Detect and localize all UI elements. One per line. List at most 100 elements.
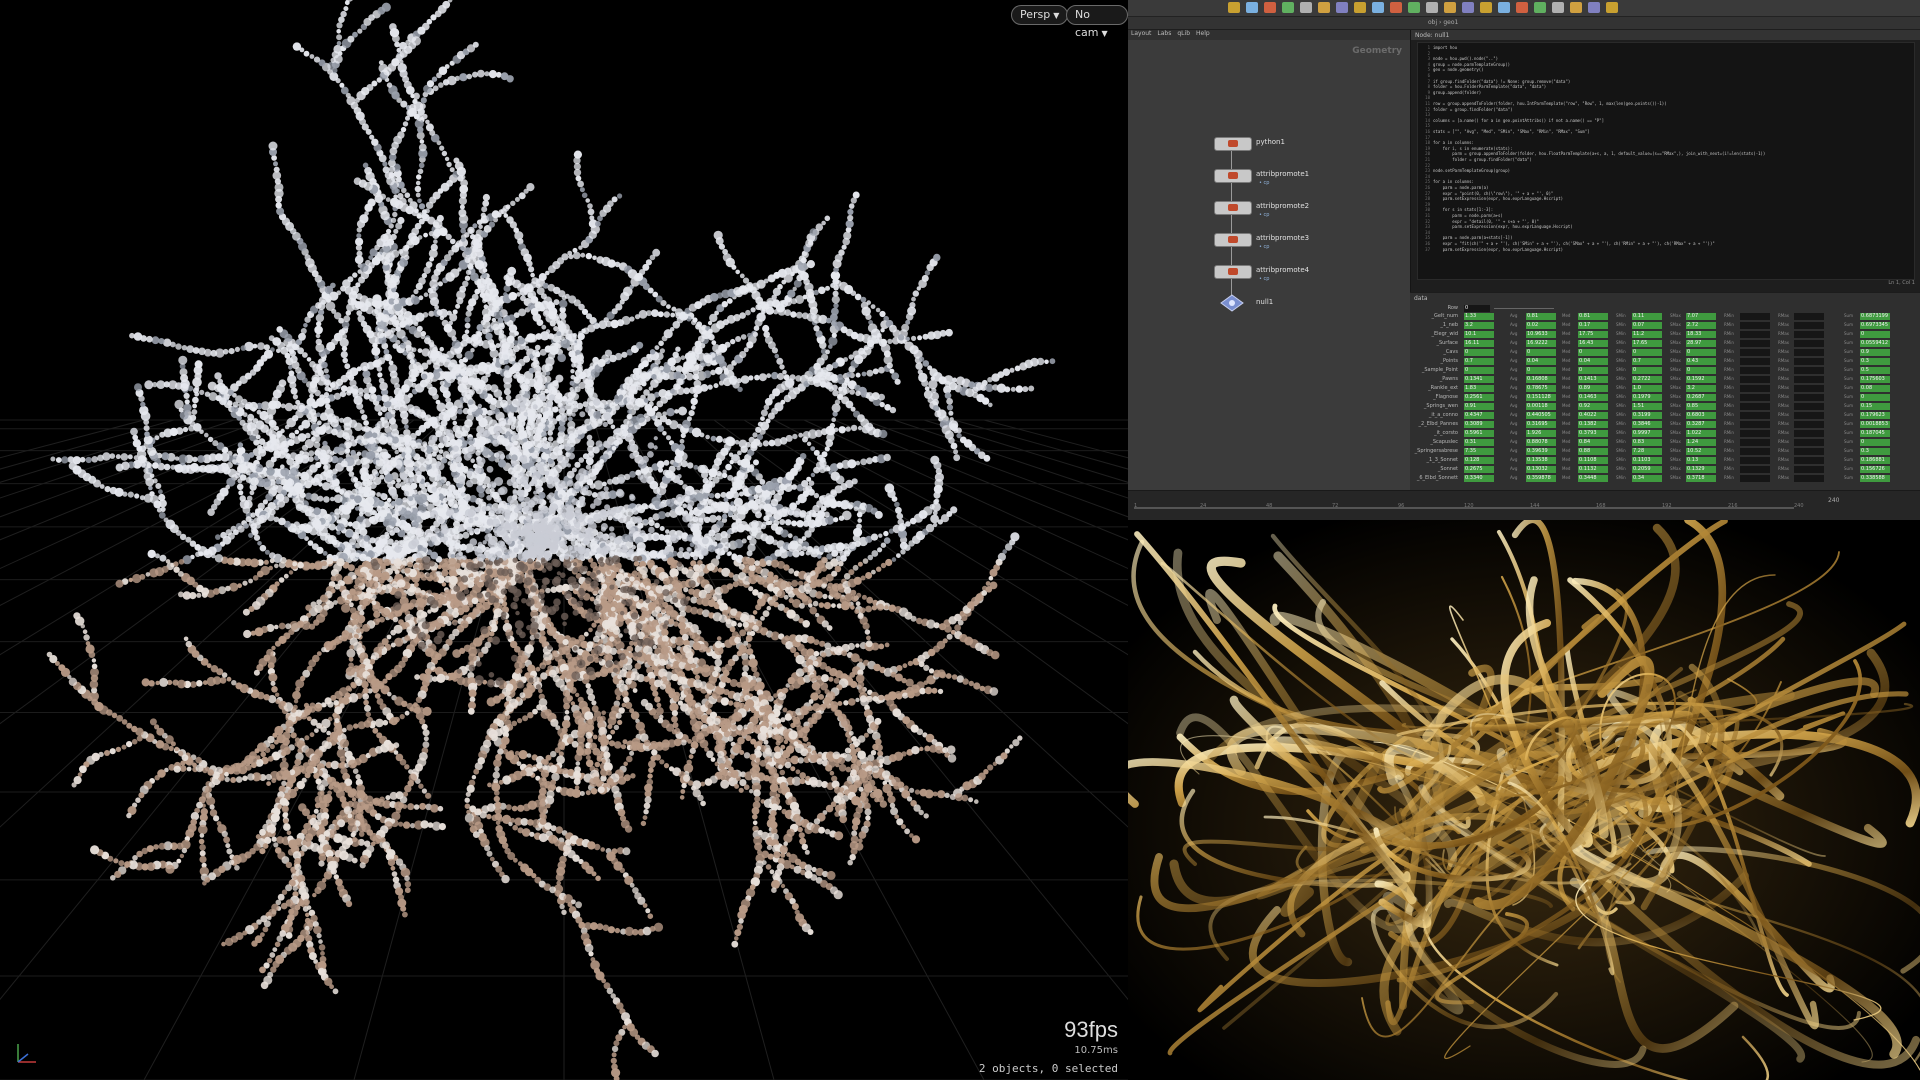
parm-value-field[interactable]: 0.1463 <box>1578 394 1608 401</box>
parm-value-field[interactable]: 0.179623 <box>1860 412 1890 419</box>
parm-value-field[interactable]: 0.9 <box>1860 349 1890 356</box>
parm-value-field[interactable]: 0.92 <box>1578 403 1608 410</box>
parm-value-field[interactable]: 0.3 <box>1860 358 1890 365</box>
parm-value-field[interactable]: 0.91 <box>1464 403 1494 410</box>
parm-value-field[interactable] <box>1794 349 1824 356</box>
parm-value-field[interactable]: 0.6973345 <box>1860 322 1890 329</box>
parm-value-field[interactable] <box>1740 313 1770 320</box>
parm-value-field[interactable]: 0.151128 <box>1526 394 1556 401</box>
parm-value-field[interactable] <box>1740 340 1770 347</box>
parm-value-field[interactable] <box>1740 394 1770 401</box>
parm-value-field[interactable] <box>1794 358 1824 365</box>
parm-value-field[interactable] <box>1740 430 1770 437</box>
parm-value-field[interactable] <box>1740 358 1770 365</box>
parm-value-field[interactable]: 0.359878 <box>1526 475 1556 482</box>
shelf-tool-icon[interactable] <box>1480 2 1492 13</box>
parm-value-field[interactable]: 0.1382 <box>1578 421 1608 428</box>
parm-value-field[interactable]: 0.78675 <box>1526 385 1556 392</box>
shelf-tool-icon[interactable] <box>1444 2 1456 13</box>
shelf-tool-icon[interactable] <box>1282 2 1294 13</box>
parm-value-field[interactable]: 0.00118 <box>1526 403 1556 410</box>
parm-value-field[interactable]: 0.31 <box>1464 439 1494 446</box>
parm-value-field[interactable]: 17.65 <box>1632 340 1662 347</box>
parm-value-field[interactable]: 0.04 <box>1526 358 1556 365</box>
parm-value-field[interactable] <box>1740 376 1770 383</box>
parm-value-field[interactable]: 0.1103 <box>1632 457 1662 464</box>
timeline-bar[interactable]: 1 24 48 72 96 120 144 168 192 216 240 240 <box>1128 490 1920 520</box>
parm-value-field[interactable]: 7.28 <box>1632 448 1662 455</box>
parm-value-field[interactable]: 0.3 <box>1860 448 1890 455</box>
parm-value-field[interactable]: 0.187045 <box>1860 430 1890 437</box>
parm-value-field[interactable]: 0.17 <box>1578 322 1608 329</box>
parm-value-field[interactable]: 0.34 <box>1632 475 1662 482</box>
parm-value-field[interactable]: 0.3199 <box>1632 412 1662 419</box>
parm-value-field[interactable] <box>1794 367 1824 374</box>
parm-value-field[interactable]: 0 <box>1464 349 1494 356</box>
node-name-label[interactable]: attribpromote3 <box>1256 234 1309 242</box>
parm-value-field[interactable] <box>1740 331 1770 338</box>
parm-value-field[interactable]: 0.2675 <box>1464 466 1494 473</box>
parm-value-field[interactable]: 0.13 <box>1686 457 1716 464</box>
parm-value-field[interactable]: 10.1 <box>1464 331 1494 338</box>
parm-value-field[interactable]: 0.9997 <box>1632 430 1662 437</box>
parm-value-field[interactable]: 0.175603 <box>1860 376 1890 383</box>
camera-menu-button[interactable]: Persp ▼ <box>1011 5 1069 25</box>
parm-value-field[interactable]: 0.1108 <box>1578 457 1608 464</box>
parm-value-field[interactable] <box>1794 439 1824 446</box>
parm-value-field[interactable]: 0 <box>1578 367 1608 374</box>
network-menu-item[interactable]: Labs <box>1157 30 1171 37</box>
parm-value-field[interactable]: 1.33 <box>1464 313 1494 320</box>
parm-value-field[interactable]: 1.24 <box>1686 439 1716 446</box>
parm-folder-tab[interactable]: data <box>1414 295 1428 302</box>
parm-value-field[interactable]: 0.7 <box>1632 358 1662 365</box>
parm-value-field[interactable] <box>1794 466 1824 473</box>
parm-value-field[interactable]: 0.07 <box>1632 322 1662 329</box>
parm-value-field[interactable]: 0.89 <box>1578 385 1608 392</box>
parm-value-field[interactable]: 7.07 <box>1686 313 1716 320</box>
network-menu-item[interactable]: qLib <box>1177 30 1190 37</box>
python-code-editor[interactable]: Node: null1 1 import hou 2 3 node = hou.pwd(… <box>1410 30 1920 292</box>
network-menu-item[interactable]: Layout <box>1131 30 1151 37</box>
shelf-tool-icon[interactable] <box>1372 2 1384 13</box>
parm-value-field[interactable] <box>1794 403 1824 410</box>
row-parm-field[interactable]: 0 <box>1464 305 1490 312</box>
parm-value-field[interactable]: 0.440505 <box>1526 412 1556 419</box>
shelf-tool-icon[interactable] <box>1246 2 1258 13</box>
parm-value-field[interactable]: 0 <box>1464 367 1494 374</box>
parm-value-field[interactable]: 0.43 <box>1686 358 1716 365</box>
shelf-tool-icon[interactable] <box>1390 2 1402 13</box>
parm-value-field[interactable] <box>1794 448 1824 455</box>
parm-value-field[interactable]: 0.128 <box>1464 457 1494 464</box>
parm-value-field[interactable]: 0.04 <box>1578 358 1608 365</box>
shelf-tool-icon[interactable] <box>1552 2 1564 13</box>
shelf-tool-icon[interactable] <box>1426 2 1438 13</box>
parm-value-field[interactable]: 0.5 <box>1860 367 1890 374</box>
shelf-tool-icon[interactable] <box>1462 2 1474 13</box>
parm-value-field[interactable] <box>1740 349 1770 356</box>
parm-value-field[interactable]: 0.88 <box>1578 448 1608 455</box>
parm-value-field[interactable]: 0 <box>1860 331 1890 338</box>
parm-value-field[interactable]: 18.33 <box>1686 331 1716 338</box>
parm-value-field[interactable]: 2.72 <box>1686 322 1716 329</box>
shelf-tool-icon[interactable] <box>1264 2 1276 13</box>
parm-value-field[interactable]: 10.9633 <box>1526 331 1556 338</box>
parm-value-field[interactable]: 0.6873199 <box>1860 313 1890 320</box>
network-node[interactable] <box>1214 265 1252 279</box>
parm-value-field[interactable] <box>1740 439 1770 446</box>
parm-value-field[interactable]: 0.0559412 <box>1860 340 1890 347</box>
parm-value-field[interactable]: 7.35 <box>1464 448 1494 455</box>
parm-value-field[interactable]: 0.3340 <box>1464 475 1494 482</box>
parm-value-field[interactable]: 0.2059 <box>1632 466 1662 473</box>
node-name-label[interactable]: python1 <box>1256 138 1285 146</box>
parm-value-field[interactable]: 16.43 <box>1578 340 1608 347</box>
parm-value-field[interactable]: 0.13032 <box>1526 466 1556 473</box>
path-bar[interactable]: obj › geo1 <box>1128 17 1920 30</box>
parm-value-field[interactable]: 1.0 <box>1632 385 1662 392</box>
parm-value-field[interactable]: 3.2 <box>1686 385 1716 392</box>
parm-value-field[interactable] <box>1740 448 1770 455</box>
parm-value-field[interactable] <box>1740 412 1770 419</box>
parm-value-field[interactable]: 0.6803 <box>1686 412 1716 419</box>
parm-value-field[interactable]: 0.02 <box>1526 322 1556 329</box>
parm-value-field[interactable]: 0.2722 <box>1632 376 1662 383</box>
parm-value-field[interactable]: 0 <box>1686 349 1716 356</box>
